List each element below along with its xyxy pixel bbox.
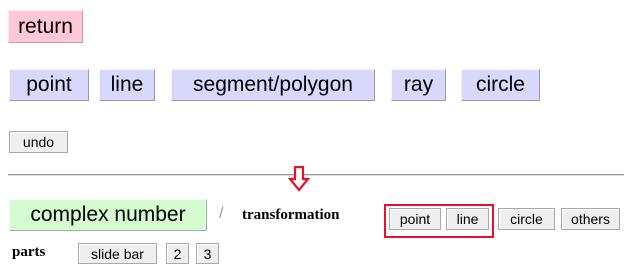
tool-point-button[interactable]: point — [9, 69, 89, 101]
return-button[interactable]: return — [8, 10, 83, 43]
transformation-label: transformation — [242, 207, 340, 223]
mode-separator: / — [219, 205, 224, 222]
transform-others-button[interactable]: others — [561, 208, 620, 230]
transform-circle-button[interactable]: circle — [498, 208, 555, 230]
tool-ray-button[interactable]: ray — [391, 69, 446, 101]
complex-number-button[interactable]: complex number — [9, 199, 207, 231]
part-2-button[interactable]: 2 — [166, 243, 189, 264]
slide-bar-button[interactable]: slide bar — [78, 243, 157, 264]
tool-segment-polygon-button[interactable]: segment/polygon — [171, 69, 375, 101]
part-3-button[interactable]: 3 — [196, 243, 219, 264]
parts-label: parts — [12, 244, 46, 260]
highlight-box — [384, 204, 494, 238]
divider — [8, 174, 624, 176]
undo-button[interactable]: undo — [9, 131, 68, 153]
tool-line-button[interactable]: line — [99, 69, 155, 101]
tool-circle-button[interactable]: circle — [461, 69, 540, 101]
down-arrow-icon — [288, 166, 310, 192]
